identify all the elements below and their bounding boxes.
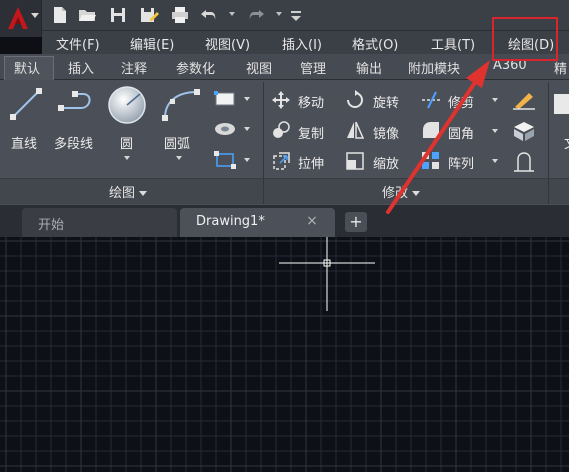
annotation-arrow xyxy=(386,60,490,214)
